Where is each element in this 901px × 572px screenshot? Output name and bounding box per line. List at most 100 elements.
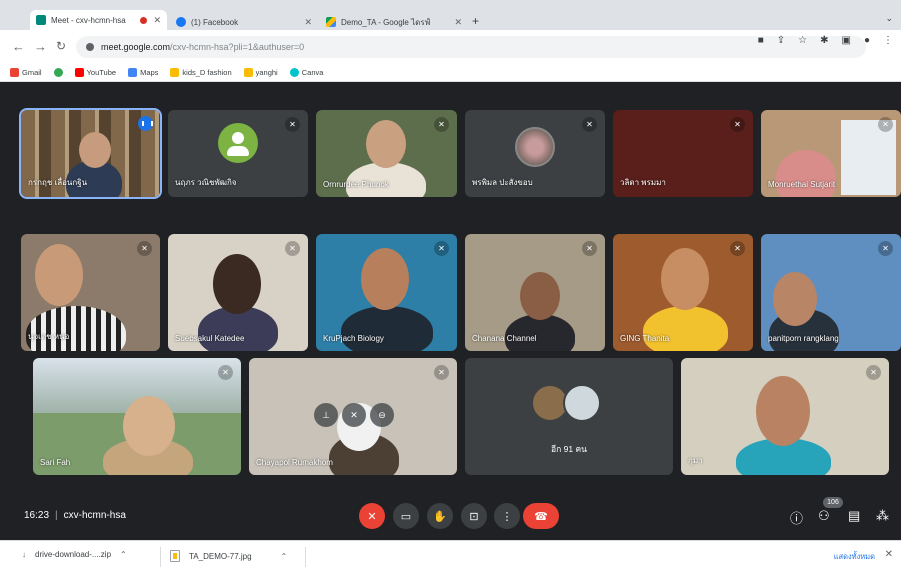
participant-tile[interactable]: ⊥ ✕ ⊖ ✕ Chayapol Rumakhom	[249, 358, 457, 475]
more-options-button[interactable]: ⋮	[494, 503, 520, 529]
download-item[interactable]: ↓ drive-download-....zip ⌃	[22, 550, 127, 559]
chevron-up-icon[interactable]: ⌃	[120, 550, 127, 559]
profile-photo-avatar	[515, 126, 555, 167]
camera-icon[interactable]: ■	[758, 35, 764, 46]
download-file-icon: ↓	[22, 550, 26, 559]
bookmark-yanghi[interactable]: yanghi	[243, 68, 278, 77]
participant-tile[interactable]: ✕ panitporn rangklang	[761, 234, 901, 351]
mic-off-icon: ✕	[582, 117, 597, 132]
participant-tile[interactable]: ✕ นุจเดช หน่อ	[21, 234, 160, 351]
pin-icon[interactable]: ⊥	[314, 403, 338, 427]
participant-tile[interactable]: ✕ Suebsakul Katedee	[168, 234, 308, 351]
participant-tile[interactable]: ✕ กุมา	[681, 358, 889, 475]
bookmark-star-icon[interactable]: ☆	[798, 35, 807, 46]
mic-off-icon: ✕	[730, 117, 745, 132]
mic-off-icon: ✕	[285, 241, 300, 256]
others-avatars	[531, 384, 601, 422]
youtube-icon	[74, 68, 84, 77]
microphone-toggle-button[interactable]: ✕	[359, 503, 385, 529]
extensions-icon[interactable]: ✱	[820, 35, 828, 46]
mic-off-icon: ✕	[434, 241, 449, 256]
participant-head	[520, 272, 560, 320]
bookmark-youtube[interactable]: YouTube	[74, 68, 116, 77]
participant-tile[interactable]: ✕ Chanana Channel	[465, 234, 605, 351]
url-path: /cxv-hcmn-hsa?pli=1&authuser=0	[170, 42, 305, 52]
participant-name: กรกฤช เลื่อนกฐิน	[28, 178, 88, 187]
toolbar-icons: ■ ⇪ ☆ ✱ ▣ ● ⋮	[758, 35, 893, 46]
lock-icon[interactable]	[86, 43, 94, 51]
new-tab-button[interactable]: +	[472, 14, 479, 28]
close-downloads-icon[interactable]: ✕	[885, 549, 893, 560]
mic-off-icon: ✕	[730, 241, 745, 256]
folder-icon	[170, 68, 180, 77]
people-icon[interactable]: ⚇	[818, 508, 830, 524]
activities-icon[interactable]: ⁂	[876, 508, 889, 524]
download-item[interactable]: TA_DEMO-77.jpg ⌃	[170, 550, 287, 562]
participant-name: Monruethai Sutjarit	[768, 180, 836, 189]
close-tab-icon[interactable]: ✕	[454, 17, 462, 28]
participant-body	[776, 150, 836, 197]
participant-tile[interactable]: ✕ Ornrurdee Phunok	[316, 110, 457, 197]
participant-name: GING Thanita	[620, 334, 670, 343]
participant-name: Sari Fah	[40, 458, 71, 467]
participant-name: Suebsakul Katedee	[175, 334, 245, 343]
participant-tile[interactable]: กรกฤช เลื่อนกฐิน	[19, 108, 162, 199]
participant-tile[interactable]: ✕ Sari Fah	[33, 358, 241, 475]
maps-icon	[128, 68, 138, 77]
download-file-name: TA_DEMO-77.jpg	[189, 551, 252, 561]
participant-name: กุมา	[688, 456, 703, 465]
chevron-up-icon[interactable]: ⌃	[281, 552, 288, 561]
back-icon[interactable]: ←	[12, 39, 25, 54]
leave-call-button[interactable]: ☎	[523, 503, 559, 529]
present-screen-button[interactable]: ⊡	[461, 503, 487, 529]
participant-head	[35, 244, 83, 306]
participant-tile[interactable]: ✕ พรพิมล ปะสังขอบ	[465, 110, 605, 197]
participant-name: panitporn rangklang	[768, 334, 839, 343]
address-bar[interactable]: meet.google.com /cxv-hcmn-hsa?pli=1&auth…	[76, 36, 866, 58]
bookmark-gmail[interactable]: Gmail	[10, 68, 42, 77]
default-avatar-icon	[218, 123, 258, 164]
remove-participant-icon[interactable]: ⊖	[370, 403, 394, 427]
tab-meet[interactable]: Meet - cxv-hcmn-hsa ✕	[30, 10, 167, 30]
chat-icon[interactable]: ▤	[848, 508, 860, 524]
close-tab-icon[interactable]: ✕	[153, 15, 161, 26]
bookmark-maps[interactable]: Maps	[128, 68, 158, 77]
tab-google-drive[interactable]: Demo_TA - Google ไดรฟ์ ✕	[320, 14, 468, 30]
bookmark-chrome[interactable]	[53, 68, 63, 77]
camera-toggle-button[interactable]: ▭	[393, 503, 419, 529]
mic-off-icon: ✕	[582, 241, 597, 256]
reload-icon[interactable]: ↻	[56, 39, 66, 53]
tab-search-icon[interactable]: ⌄	[885, 13, 893, 24]
participant-head	[123, 396, 175, 456]
mute-participant-icon[interactable]: ✕	[342, 403, 366, 427]
meeting-info-icon[interactable]: ⓘ	[790, 508, 803, 527]
participant-tile[interactable]: ✕ KruPjach Biology	[316, 234, 457, 351]
participant-name: นฤภร วณิชพัฒกิจ	[175, 178, 237, 187]
profile-avatar-icon[interactable]: ●	[864, 35, 870, 46]
show-all-downloads-link[interactable]: แสดงทั้งหมด	[834, 551, 875, 563]
participant-tile[interactable]: ✕ วลิดา พรมมา	[613, 110, 753, 197]
participant-tile[interactable]: ✕ นฤภร วณิชพัฒกิจ	[168, 110, 308, 197]
participant-tile[interactable]: ✕ GING Thanita	[613, 234, 753, 351]
bookmark-kids-d-fashion[interactable]: kids_D fashion	[170, 68, 232, 77]
forward-icon[interactable]: →	[34, 39, 47, 54]
share-icon[interactable]: ⇪	[777, 35, 785, 46]
bookmark-canva[interactable]: Canva	[289, 68, 323, 77]
menu-icon[interactable]: ⋮	[883, 35, 893, 46]
participant-tile[interactable]: ✕ Monruethai Sutjarit	[761, 110, 901, 197]
participant-body	[341, 306, 433, 351]
participant-body	[26, 306, 126, 351]
participant-name: Ornrurdee Phunok	[323, 180, 389, 189]
participant-name: Chayapol Rumakhom	[256, 458, 333, 467]
sidepanel-icon[interactable]: ▣	[842, 35, 851, 46]
close-tab-icon[interactable]: ✕	[304, 17, 312, 28]
raise-hand-button[interactable]: ✋	[427, 503, 453, 529]
participant-head	[756, 376, 810, 446]
tab-title: Demo_TA - Google ไดรฟ์	[341, 17, 431, 27]
tab-facebook[interactable]: (1) Facebook ✕	[170, 14, 318, 30]
tab-title: (1) Facebook	[191, 17, 239, 27]
others-tile[interactable]: อีก 91 คน	[465, 358, 673, 475]
video-camera-icon: ▭	[400, 510, 412, 523]
tab-title: Meet - cxv-hcmn-hsa	[51, 15, 126, 25]
mic-off-icon: ✕	[137, 241, 152, 256]
